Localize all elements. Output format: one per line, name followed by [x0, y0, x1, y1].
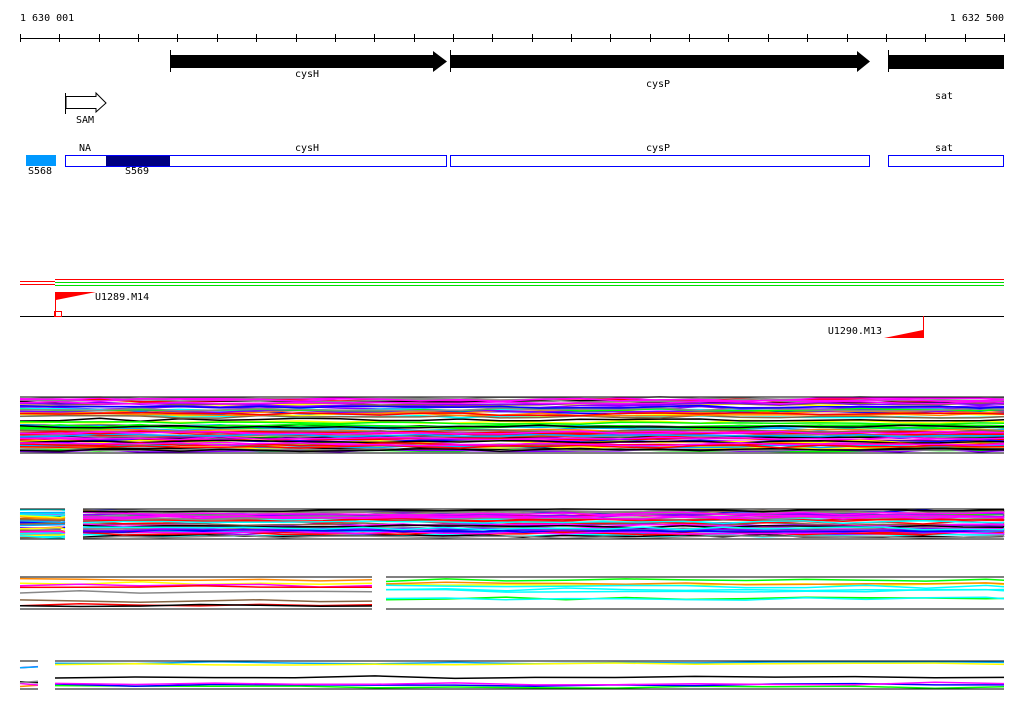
expression-trace — [19, 577, 373, 582]
sam-arrow[interactable] — [65, 91, 107, 114]
marker-label-u1290: U1290.M13 — [827, 326, 882, 337]
gene-label-cysH: cysH — [294, 69, 320, 80]
gene-label-cysP: cysP — [645, 79, 671, 90]
gene-sat[interactable] — [888, 50, 1005, 72]
gene-cysP[interactable] — [450, 50, 871, 72]
position-axis — [20, 34, 1005, 42]
marker-label-u1289: U1289.M14 — [95, 292, 150, 303]
segment-label-na: NA — [78, 143, 92, 154]
segment-label-cysP: cysP — [645, 143, 671, 154]
segment-s568[interactable] — [26, 155, 56, 166]
segment-label-cysH: cysH — [294, 143, 320, 154]
marker-u1290[interactable] — [884, 316, 924, 338]
segment-label-s568: S568 — [27, 166, 53, 177]
segment-sat[interactable] — [888, 155, 1004, 167]
expression-trace — [54, 675, 1005, 680]
expression-trace — [19, 666, 39, 669]
genome-browser: 1 630 001 1 632 500 cysH cysP sat SAM NA… — [0, 0, 1024, 714]
expression-trace — [19, 585, 372, 589]
expression-traces — [19, 395, 1005, 690]
segment-s569[interactable] — [106, 156, 170, 166]
tiling-baselines — [20, 279, 1004, 317]
gene-label-sat: sat — [934, 91, 954, 102]
expression-trace — [19, 682, 39, 686]
segment-cysP[interactable] — [450, 155, 870, 167]
expression-trace — [385, 578, 1005, 583]
expression-trace — [385, 584, 1005, 589]
browser-canvas — [19, 34, 1005, 690]
segment-label-s569: S569 — [124, 166, 150, 177]
sam-label: SAM — [75, 115, 95, 126]
expression-trace — [54, 662, 1005, 666]
segment-label-sat: sat — [934, 143, 954, 154]
marker-u1289[interactable] — [54, 292, 97, 317]
expression-trace — [19, 518, 66, 522]
expression-trace — [19, 598, 373, 603]
expression-trace — [19, 590, 373, 594]
